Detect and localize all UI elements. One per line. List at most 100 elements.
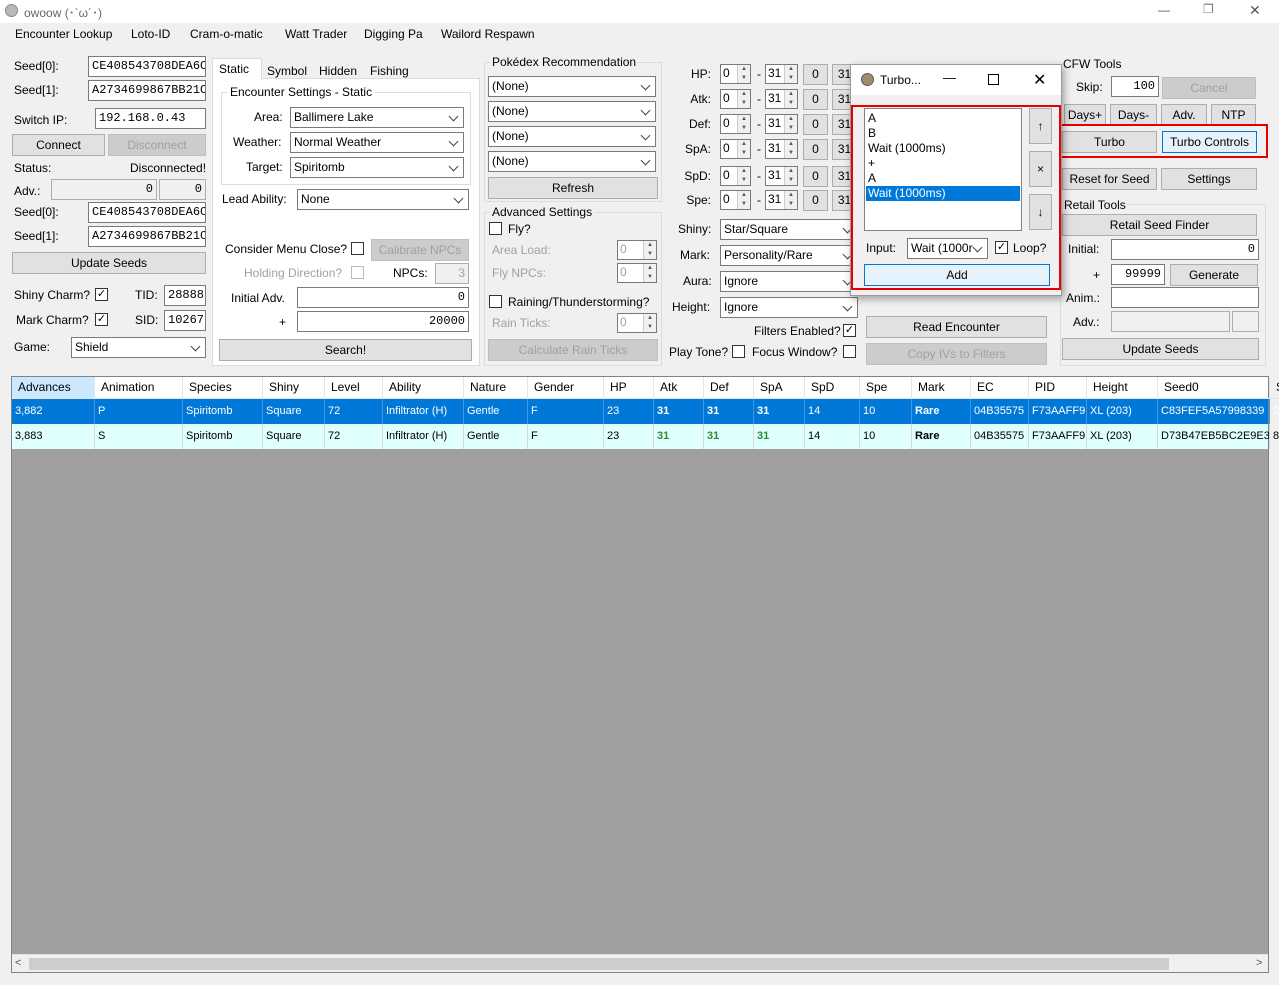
column-header[interactable]: Gender <box>528 377 604 399</box>
copy-ivs-button[interactable]: Copy IVs to Filters <box>866 343 1047 365</box>
ntp-button[interactable]: NTP <box>1211 104 1256 126</box>
pokedex-select-3[interactable]: (None) <box>488 126 656 147</box>
mark-charm-checkbox[interactable]: ✓ <box>95 313 108 326</box>
table-row[interactable]: 3,883 S Spiritomb Square 72 Infiltrator (H) Ge… <box>12 424 1279 449</box>
horizontal-scrollbar[interactable]: < > <box>12 954 1268 972</box>
menu-cram-o-matic[interactable]: Cram-o-matic <box>190 27 263 41</box>
focus-window-checkbox[interactable] <box>843 345 856 358</box>
refresh-button[interactable]: Refresh <box>488 177 658 199</box>
column-header[interactable]: Se <box>1270 377 1279 399</box>
menu-wailord-respawn[interactable]: Wailord Respawn <box>441 27 535 41</box>
tab-fishing[interactable]: Fishing <box>370 64 409 78</box>
tab-static[interactable]: Static <box>212 58 262 80</box>
fly-npcs-stepper[interactable]: 0 ▲ ▼ <box>617 263 657 283</box>
turbo-sequence-list[interactable]: A B Wait (1000ms) + A Wait (1000ms) <box>864 108 1022 231</box>
reset-for-seed-button[interactable]: Reset for Seed <box>1062 168 1157 190</box>
column-header[interactable]: Spe <box>860 377 912 399</box>
tid-field[interactable]: 28888 <box>164 285 206 306</box>
mark-select[interactable]: Personality/Rare <box>720 245 858 266</box>
retail-seed-finder-button[interactable]: Retail Seed Finder <box>1062 214 1257 236</box>
seed0b-field[interactable]: CE408543708DEA6C <box>88 202 206 223</box>
column-header[interactable]: Species <box>183 377 263 399</box>
retail-range-field[interactable]: 99999 <box>1111 264 1165 285</box>
weather-select[interactable]: Normal Weather <box>290 132 464 153</box>
seed1-field[interactable]: A2734699867BB21C <box>88 80 206 101</box>
tab-symbol[interactable]: Symbol <box>267 64 307 78</box>
holding-direction-checkbox[interactable] <box>351 266 364 279</box>
column-header[interactable]: SpD <box>805 377 860 399</box>
turbo-list-item[interactable]: A <box>866 171 1020 186</box>
disconnect-button[interactable]: Disconnect <box>108 134 206 156</box>
menu-digging-pa[interactable]: Digging Pa <box>364 27 423 41</box>
turbo-input-select[interactable]: Wait (1000r <box>907 238 988 259</box>
update-seeds-button[interactable]: Update Seeds <box>12 252 206 274</box>
turbo-list-item[interactable]: Wait (1000ms) <box>866 141 1020 156</box>
turbo-list-item[interactable]: B <box>866 126 1020 141</box>
iv-min-stepper[interactable]: 0 ▲ ▼ <box>720 64 751 84</box>
initial-adv-field[interactable]: 0 <box>297 287 469 308</box>
menu-loto-id[interactable]: Loto-ID <box>131 27 170 41</box>
rain-ticks-stepper[interactable]: 0 ▲ ▼ <box>617 313 657 333</box>
retail-initial-field[interactable]: 0 <box>1111 239 1259 260</box>
switch-ip-field[interactable]: 192.168.0.43 <box>95 108 206 129</box>
move-down-button[interactable]: ↓ <box>1029 194 1052 230</box>
column-header[interactable]: Mark <box>912 377 971 399</box>
target-select[interactable]: Spiritomb <box>290 157 464 178</box>
iv-set-0-button[interactable]: 0 <box>803 139 828 160</box>
iv-set-0-button[interactable]: 0 <box>803 114 828 135</box>
shiny-select[interactable]: Star/Square <box>720 219 858 240</box>
scroll-left-icon[interactable]: < <box>15 957 21 969</box>
pokedex-select-2[interactable]: (None) <box>488 101 656 122</box>
play-tone-checkbox[interactable] <box>732 345 745 358</box>
column-header[interactable]: Ability <box>383 377 464 399</box>
dialog-minimize-icon[interactable]: — <box>943 70 956 85</box>
iv-min-stepper[interactable]: 0 ▲ ▼ <box>720 114 751 134</box>
dialog-maximize-icon[interactable] <box>988 74 999 85</box>
sid-field[interactable]: 10267 <box>164 310 206 331</box>
search-button[interactable]: Search! <box>219 339 472 361</box>
column-header[interactable]: Def <box>704 377 754 399</box>
minimize-icon[interactable]: — <box>1158 3 1170 17</box>
generate-button[interactable]: Generate <box>1170 264 1258 286</box>
anim-field[interactable] <box>1111 287 1259 308</box>
height-select[interactable]: Ignore <box>720 297 858 318</box>
settings-button[interactable]: Settings <box>1161 168 1257 190</box>
iv-max-stepper[interactable]: 31 ▲ ▼ <box>765 190 798 210</box>
shiny-charm-checkbox[interactable]: ✓ <box>95 288 108 301</box>
read-encounter-button[interactable]: Read Encounter <box>866 316 1047 338</box>
calibrate-npcs-button[interactable]: Calibrate NPCs <box>371 239 469 261</box>
days-minus-button[interactable]: Days- <box>1110 104 1157 126</box>
adv-button[interactable]: Adv. <box>1161 104 1207 126</box>
iv-set-0-button[interactable]: 0 <box>803 64 828 85</box>
iv-max-stepper[interactable]: 31 ▲ ▼ <box>765 89 798 109</box>
column-header[interactable]: Advances <box>12 377 95 399</box>
move-up-button[interactable]: ↑ <box>1029 108 1052 144</box>
iv-max-stepper[interactable]: 31 ▲ ▼ <box>765 166 798 186</box>
pokedex-select-4[interactable]: (None) <box>488 151 656 172</box>
column-header[interactable]: SpA <box>754 377 805 399</box>
calculate-rain-ticks-button[interactable]: Calculate Rain Ticks <box>488 339 658 361</box>
retail-update-seeds-button[interactable]: Update Seeds <box>1062 338 1259 360</box>
column-header[interactable]: Seed0 <box>1158 377 1270 399</box>
iv-max-stepper[interactable]: 31 ▲ ▼ <box>765 139 798 159</box>
pokedex-select-1[interactable]: (None) <box>488 76 656 97</box>
column-header[interactable]: PID <box>1029 377 1087 399</box>
column-header[interactable]: Atk <box>654 377 704 399</box>
tab-hidden[interactable]: Hidden <box>319 64 357 78</box>
iv-set-0-button[interactable]: 0 <box>803 190 828 211</box>
turbo-list-item[interactable]: A <box>866 111 1020 126</box>
lead-ability-select[interactable]: None <box>297 189 469 210</box>
filters-enabled-checkbox[interactable]: ✓ <box>843 324 856 337</box>
add-button[interactable]: Add <box>864 264 1050 286</box>
restore-icon[interactable]: ❐ <box>1203 2 1214 16</box>
game-select[interactable]: Shield <box>71 337 206 358</box>
scrollbar-thumb[interactable] <box>29 958 1169 970</box>
turbo-list-item[interactable]: Wait (1000ms) <box>866 186 1020 201</box>
iv-min-stepper[interactable]: 0 ▲ ▼ <box>720 139 751 159</box>
column-header[interactable]: Level <box>325 377 383 399</box>
column-header[interactable]: Height <box>1087 377 1158 399</box>
iv-min-stepper[interactable]: 0 ▲ ▼ <box>720 166 751 186</box>
loop-checkbox[interactable]: ✓ <box>995 241 1008 254</box>
close-icon[interactable]: ✕ <box>1249 2 1261 19</box>
iv-max-stepper[interactable]: 31 ▲ ▼ <box>765 64 798 84</box>
